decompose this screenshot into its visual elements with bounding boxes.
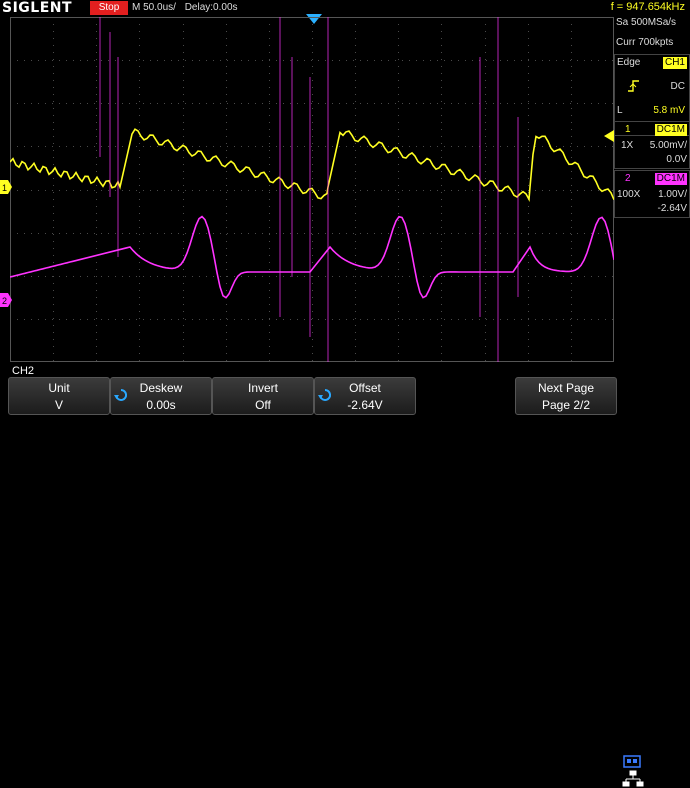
trigger-type: Edge: [617, 57, 641, 68]
ch1-level-marker[interactable]: 1: [0, 180, 12, 194]
softkey-value: Off: [255, 398, 271, 412]
waveform-display[interactable]: [10, 17, 614, 362]
sample-rate: Sa 500MSa/s: [616, 17, 677, 28]
timebase-value: M 50.0us/: [132, 2, 176, 13]
trigger-level-label: L: [617, 105, 623, 116]
ch1-panel[interactable]: 1 DC1M 1X 5.00mV/ 0.0V: [614, 121, 690, 169]
info-panel: Sa 500MSa/s Curr 700kpts Edge CH1 DC L 5…: [614, 17, 690, 362]
softkey-value: -2.64V: [347, 398, 383, 412]
brand-logo: SIGLENT: [2, 0, 73, 16]
softkey-value: 0.00s: [146, 398, 176, 412]
trigger-level-icon: [604, 130, 614, 142]
memory-depth: Curr 700kpts: [616, 37, 674, 48]
ch1-index: 1: [625, 124, 631, 135]
unit-softkey[interactable]: Unit V: [8, 377, 110, 415]
ch2-scale: 1.00V/: [658, 189, 687, 200]
rising-edge-icon: [628, 80, 639, 92]
softkey-value: V: [54, 398, 63, 412]
frequency-counter: f = 947.654kHz: [610, 1, 685, 13]
ch2-marker-label: 2: [2, 296, 7, 306]
ch1-coupling-badge: DC1M: [654, 124, 687, 136]
run-stop-status[interactable]: Stop: [90, 1, 128, 15]
ch2-probe: 100X: [617, 189, 641, 200]
top-status-bar: SIGLENT Stop M 50.0us/ Delay:0.00s f = 9…: [0, 0, 690, 17]
usb-icon: [623, 755, 641, 768]
invert-softkey[interactable]: Invert Off: [212, 377, 314, 415]
ch1-probe: 1X: [621, 140, 634, 151]
ch2-offset: -2.64V: [657, 203, 687, 214]
ch2-trace: [10, 215, 614, 299]
softkey-bar: Unit V Deskew 0.00s Invert Off Offset -2…: [0, 376, 690, 787]
deskew-softkey[interactable]: Deskew 0.00s: [110, 377, 212, 415]
ch2-index: 2: [625, 173, 631, 184]
ch2-coupling-badge: DC1M: [654, 173, 687, 185]
offset-softkey[interactable]: Offset -2.64V: [314, 377, 416, 415]
softkey-label: Unit: [48, 381, 70, 395]
softkey-label: Deskew: [139, 381, 183, 395]
ch1-offset: 0.0V: [666, 154, 687, 165]
ch1-marker-label: 1: [2, 183, 7, 193]
softkey-label: Offset: [349, 381, 381, 395]
delay-value: Delay:0.00s: [184, 2, 238, 13]
trigger-level: 5.8 mV: [653, 105, 685, 116]
trigger-level-marker[interactable]: [604, 130, 614, 142]
softkey-value: Page 2/2: [541, 398, 591, 412]
timebase-readout[interactable]: M 50.0us/ Delay:0.00s: [132, 2, 238, 13]
ch2-panel[interactable]: 2 DC1M 100X 1.00V/ -2.64V: [614, 170, 690, 218]
softkey-label: Invert: [247, 381, 278, 395]
ch1-scale: 5.00mV/: [649, 140, 687, 151]
next-page-softkey[interactable]: Next Page Page 2/2: [515, 377, 617, 415]
ch2-level-marker[interactable]: 2: [0, 293, 12, 307]
usb-network-icons: [622, 755, 644, 787]
network-icon: [622, 770, 644, 787]
softkey-label: Next Page: [537, 381, 595, 395]
trigger-coupling: DC: [670, 81, 685, 92]
trigger-source-badge: CH1: [662, 57, 687, 69]
